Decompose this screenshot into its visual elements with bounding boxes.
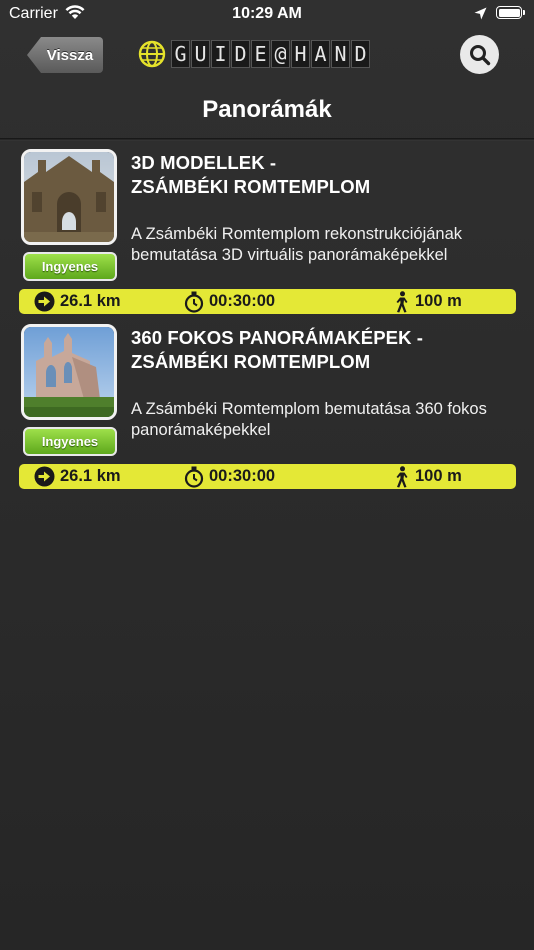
info-bar: 26.1 km 00:30:00 100 m xyxy=(19,464,516,489)
item-title[interactable]: 360 FOKOS PANORÁMAKÉPEK - ZSÁMBÉKI ROMTE… xyxy=(131,326,516,374)
back-button[interactable]: Vissza xyxy=(27,37,103,73)
walk-value: 100 m xyxy=(415,292,462,310)
walk-stat: 100 m xyxy=(394,289,462,314)
page-title: Panorámák xyxy=(202,96,332,123)
distance-value: 26.1 km xyxy=(60,292,121,310)
arrow-right-circle-icon xyxy=(34,466,55,487)
duration-stat: 00:30:00 xyxy=(184,289,275,314)
logo-text: G U I D E @ H A N D xyxy=(171,40,371,68)
stopwatch-icon xyxy=(184,466,204,488)
globe-icon xyxy=(138,40,166,68)
walking-person-icon xyxy=(396,465,408,487)
thumbnail-church-ruin-3d xyxy=(21,149,117,245)
distance-stat: 26.1 km xyxy=(34,464,121,489)
walking-person-icon xyxy=(396,290,408,312)
search-icon xyxy=(469,44,490,65)
walk-stat: 100 m xyxy=(394,464,462,489)
duration-value: 00:30:00 xyxy=(209,467,276,485)
free-badge[interactable]: Ingyenes xyxy=(23,427,117,456)
guide-at-hand-logo: G U I D E @ H A N D xyxy=(137,38,371,70)
search-button[interactable] xyxy=(460,35,499,74)
clock: 10:29 AM xyxy=(232,5,302,22)
list-item[interactable]: Ingyenes 360 FOKOS PANORÁMAKÉPEK - ZSÁMB… xyxy=(0,316,534,491)
list-item[interactable]: Ingyenes 3D MODELLEK - ZSÁMBÉKI ROMTEMPL… xyxy=(0,141,534,316)
battery-icon xyxy=(496,6,525,19)
duration-stat: 00:30:00 xyxy=(184,464,275,489)
free-badge[interactable]: Ingyenes xyxy=(23,252,117,281)
item-description: A Zsámbéki Romtemplom bemutatása 360 fok… xyxy=(131,400,487,439)
distance-stat: 26.1 km xyxy=(34,289,121,314)
status-bar: Carrier 10:29 AM xyxy=(0,0,534,30)
item-title[interactable]: 3D MODELLEK - ZSÁMBÉKI ROMTEMPLOM xyxy=(131,151,516,199)
duration-value: 00:30:00 xyxy=(209,292,276,310)
item-description: A Zsámbéki Romtemplom rekonstrukciójának… xyxy=(131,225,463,264)
location-arrow-icon xyxy=(474,7,487,25)
thumbnail-church-ruin-360 xyxy=(21,324,117,420)
info-bar: 26.1 km 00:30:00 100 m xyxy=(19,289,516,314)
stopwatch-icon xyxy=(184,291,204,313)
distance-value: 26.1 km xyxy=(60,467,121,485)
walk-value: 100 m xyxy=(415,467,462,485)
arrow-right-circle-icon xyxy=(34,291,55,312)
